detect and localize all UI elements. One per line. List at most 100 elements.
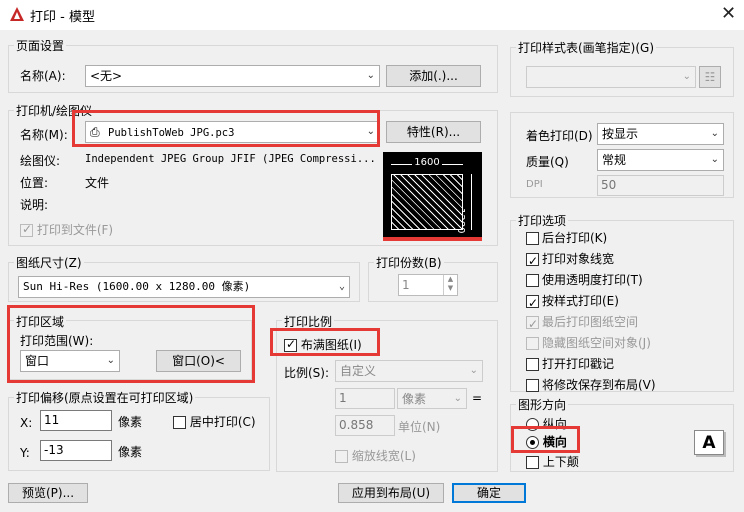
center-plot-checkbox[interactable]: 居中打印(C) (173, 413, 256, 430)
scale-value1-input[interactable]: 1 (335, 388, 395, 409)
plot-style-select[interactable]: ⌄ (526, 66, 696, 88)
chevron-down-icon: ⌄ (469, 365, 478, 376)
preview-height-dim: 1280 (455, 174, 479, 234)
plot-offset-title: 打印偏移(原点设置在可打印区域) (14, 389, 196, 406)
where-value: 文件 (85, 176, 110, 190)
scale-lineweights-checkbox[interactable]: 缩放线宽(L) (335, 447, 416, 464)
plot-option-label: 按样式打印(E) (542, 294, 619, 308)
printer-properties-button[interactable]: 特性(R)... (386, 121, 481, 143)
copies-stepper[interactable]: 1 ▲ ▼ (398, 274, 458, 296)
plot-option-label: 使用透明度打印(T) (542, 273, 643, 287)
plot-option-item[interactable]: 打印对象线宽 (526, 249, 731, 272)
fit-to-paper-highlight (270, 328, 380, 356)
paper-size-value: Sun Hi-Res (1600.00 x 1280.00 像素) (23, 280, 251, 293)
plot-option-label: 隐藏图纸空间对象(J) (542, 336, 651, 350)
page-setup-name-value: <无> (90, 69, 123, 83)
paper-size-select[interactable]: Sun Hi-Res (1600.00 x 1280.00 像素) ⌄ (18, 276, 350, 298)
preview-hatch (391, 174, 463, 230)
preview-width-label: 1600 (412, 157, 442, 168)
plot-option-item[interactable]: 打开打印戳记 (526, 354, 731, 375)
center-plot-label: 居中打印(C) (189, 415, 256, 429)
dpi-label: DPI (526, 179, 543, 190)
plot-option-label: 打开打印戳记 (542, 357, 615, 371)
orientation-title: 图形方向 (516, 396, 569, 413)
chevron-down-icon: ⌄ (682, 71, 691, 82)
window-title: 打印 - 模型 (30, 10, 95, 25)
quality-value: 常规 (602, 153, 627, 167)
autocad-app-icon (10, 7, 24, 21)
window-pick-button[interactable]: 窗口(O)< (156, 350, 241, 372)
dpi-input[interactable]: 50 (597, 175, 724, 196)
plot-option-check[interactable] (526, 379, 539, 392)
plot-option-check[interactable] (526, 232, 539, 245)
plot-option-check[interactable] (526, 274, 539, 287)
offset-x-input[interactable]: 11 (40, 410, 112, 431)
plot-option-item[interactable]: 使用透明度打印(T) (526, 270, 731, 291)
plot-option-check[interactable] (526, 251, 539, 272)
plot-option-check[interactable] (526, 358, 539, 371)
page-setup-name-label: 名称(A): (20, 69, 66, 83)
copies-value: 1 (402, 278, 410, 292)
upside-down-checkbox[interactable]: 上下颠 (526, 453, 579, 470)
close-icon[interactable]: ✕ (721, 3, 736, 24)
printer-name-label: 名称(M): (20, 128, 68, 142)
page-setup-title: 页面设置 (14, 37, 67, 54)
page-setup-name-select[interactable]: <无> ⌄ (85, 65, 380, 87)
preview-red-underline (383, 237, 482, 241)
plot-option-item[interactable]: 将修改保存到布局(V) (526, 375, 731, 396)
add-page-setup-button[interactable]: 添加(.)... (386, 65, 481, 87)
plot-option-item[interactable]: 后台打印(K) (526, 228, 731, 249)
edit-style-icon: ☷ (704, 70, 716, 84)
printer-highlight (72, 110, 380, 147)
shade-plot-label: 着色打印(D) (526, 129, 593, 143)
quality-select[interactable]: 常规 ⌄ (597, 149, 724, 171)
orientation-icon-letter: A (702, 433, 716, 453)
edit-plot-style-button[interactable]: ☷ (699, 66, 721, 88)
plot-options-title: 打印选项 (516, 212, 569, 229)
offset-y-input[interactable]: -13 (40, 440, 112, 461)
preview-button[interactable]: 预览(P)... (8, 483, 88, 503)
scale-equals: = (472, 391, 483, 405)
shade-plot-select[interactable]: 按显示 ⌄ (597, 123, 724, 145)
preview-width-dim: 1600 (391, 157, 463, 168)
plot-option-item[interactable]: 隐藏图纸空间对象(J) (526, 333, 731, 354)
plot-area-what-select[interactable]: 窗口 ⌄ (20, 350, 120, 372)
scale-unit2-label: 单位(N) (398, 420, 441, 434)
quality-label: 质量(Q) (526, 155, 569, 169)
upside-down-check[interactable] (526, 456, 539, 469)
plot-option-check[interactable] (526, 337, 539, 350)
chevron-down-icon: ⌄ (710, 128, 719, 139)
plot-option-check[interactable] (526, 293, 539, 314)
print-to-file-check[interactable] (20, 222, 33, 237)
chevron-down-icon: ⌄ (338, 281, 345, 292)
print-to-file-label: 打印到文件(F) (36, 223, 114, 237)
stepper-arrows-icon[interactable]: ▲ ▼ (443, 275, 457, 295)
upside-down-label: 上下颠 (542, 455, 579, 469)
ok-button[interactable]: 确定 (452, 483, 526, 503)
paper-preview: 1600 1280 (383, 152, 482, 241)
plot-area-title: 打印区域 (14, 313, 67, 330)
print-to-file-checkbox[interactable]: 打印到文件(F) (20, 221, 113, 238)
chevron-down-icon: ⌄ (710, 154, 719, 165)
plotter-value: Independent JPEG Group JFIF (JPEG Compre… (85, 153, 376, 165)
center-plot-check[interactable] (173, 416, 186, 429)
chevron-down-icon: ⌄ (453, 393, 462, 404)
title-bar (0, 0, 744, 30)
scale-select[interactable]: 自定义 ⌄ (335, 360, 483, 382)
landscape-highlight (511, 426, 580, 453)
scale-unit-select[interactable]: 像素 ⌄ (397, 388, 467, 409)
paper-size-title: 图纸尺寸(Z) (14, 254, 84, 271)
scale-value2-input[interactable]: 0.858 (335, 415, 395, 436)
scale-lineweights-check[interactable] (335, 450, 348, 463)
plot-option-item[interactable]: 最后打印图纸空间 (526, 312, 731, 335)
offset-x-unit: 像素 (118, 415, 143, 429)
apply-to-layout-button[interactable]: 应用到布局(U) (338, 483, 444, 503)
plotter-label: 绘图仪: (20, 154, 61, 168)
scale-value: 自定义 (340, 364, 377, 378)
chevron-down-icon: ⌄ (366, 70, 375, 81)
copies-title: 打印份数(B) (374, 254, 444, 271)
plot-option-check[interactable] (526, 314, 539, 335)
offset-y-unit: 像素 (118, 445, 143, 459)
plot-style-title: 打印样式表(画笔指定)(G) (516, 39, 657, 56)
plot-option-item[interactable]: 按样式打印(E) (526, 291, 731, 314)
